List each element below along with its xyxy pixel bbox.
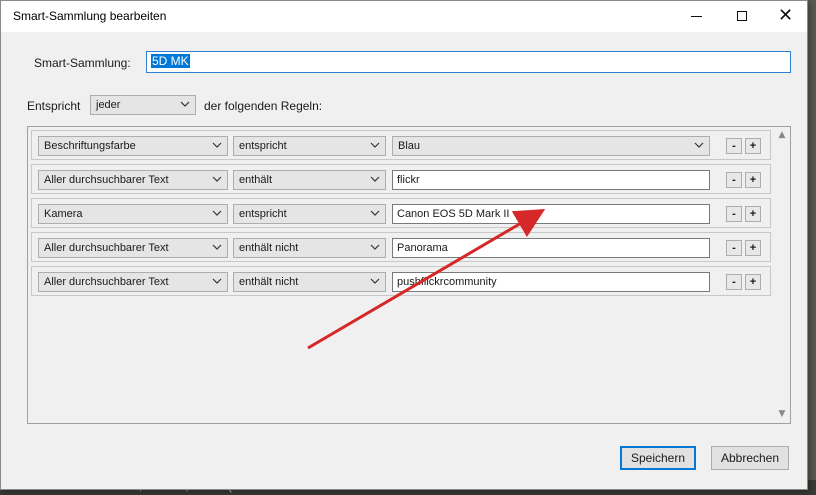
rule-row: Kamera entspricht Canon EOS 5D Mark II - + <box>31 198 771 228</box>
rule-row: Aller durchsuchbarer Text enthält flickr - + <box>31 164 771 194</box>
add-rule-button[interactable]: + <box>745 172 761 188</box>
save-button[interactable]: Speichern <box>620 446 696 470</box>
match-row: Entspricht jeder der folgenden Regeln: <box>9 95 799 117</box>
rule-operator-value: entspricht <box>239 140 287 152</box>
rule-operator-value: enthält <box>239 174 273 186</box>
rule-operator-select[interactable]: enthält nicht <box>233 238 386 258</box>
add-rule-button[interactable]: + <box>745 274 761 290</box>
rule-field-value: Aller durchsuchbarer Text <box>44 242 169 254</box>
rule-value-input[interactable]: flickr <box>392 170 710 190</box>
rule-operator-select[interactable]: enthält nicht <box>233 272 386 292</box>
window-title: Smart-Sammlung bearbeiten <box>13 9 167 23</box>
dialog-content: Smart-Sammlung: 5D MK Entspricht jeder d… <box>9 39 799 483</box>
chevron-down-icon <box>370 176 380 182</box>
collection-name-input[interactable]: 5D MK <box>146 51 791 73</box>
close-button[interactable]: ✕ <box>763 1 808 31</box>
rule-operator-select[interactable]: enthält <box>233 170 386 190</box>
rule-value-input[interactable]: Canon EOS 5D Mark II <box>392 204 710 224</box>
chevron-down-icon <box>212 210 222 216</box>
chevron-down-icon <box>180 101 190 107</box>
rule-field-select[interactable]: Aller durchsuchbarer Text <box>38 238 228 258</box>
match-mode-value: jeder <box>96 99 121 111</box>
minimize-button[interactable] <box>674 1 719 31</box>
rule-field-value: Kamera <box>44 208 83 220</box>
add-rule-button[interactable]: + <box>745 138 761 154</box>
remove-rule-button[interactable]: - <box>726 172 742 188</box>
remove-rule-button[interactable]: - <box>726 206 742 222</box>
rule-field-select[interactable]: Aller durchsuchbarer Text <box>38 170 228 190</box>
chevron-down-icon <box>370 244 380 250</box>
rules-panel: Beschriftungsfarbe entspricht Blau - + Aller … <box>27 126 791 424</box>
maximize-icon <box>736 11 747 21</box>
chevron-down-icon <box>694 142 704 148</box>
match-prefix-label: Entspricht <box>27 99 81 113</box>
rule-value: pushflickrcommunity <box>397 276 497 288</box>
rule-value: Panorama <box>397 242 448 254</box>
collection-name-value: 5D MK <box>151 54 190 68</box>
rule-operator-select[interactable]: entspricht <box>233 204 386 224</box>
chevron-down-icon <box>212 244 222 250</box>
chevron-down-icon <box>212 142 222 148</box>
remove-rule-button[interactable]: - <box>726 274 742 290</box>
match-suffix-label: der folgenden Regeln: <box>204 99 323 113</box>
chevron-down-icon <box>212 176 222 182</box>
rule-value-input[interactable]: Panorama <box>392 238 710 258</box>
rule-value-select[interactable]: Blau <box>392 136 710 156</box>
rule-field-select[interactable]: Kamera <box>38 204 228 224</box>
rule-row: Aller durchsuchbarer Text enthält nicht Pa… <box>31 232 771 262</box>
rule-operator-value: entspricht <box>239 208 287 220</box>
match-mode-select[interactable]: jeder <box>90 95 196 115</box>
dialog-window: Smart-Sammlung bearbeiten ✕ Smart-Sammlu… <box>0 0 808 490</box>
rule-field-value: Beschriftungsfarbe <box>44 140 136 152</box>
rule-operator-value: enthält nicht <box>239 242 299 254</box>
rule-value: Canon EOS 5D Mark II <box>397 208 510 220</box>
chevron-down-icon <box>212 278 222 284</box>
chevron-down-icon <box>370 210 380 216</box>
rules-scrollbar[interactable]: ▲ ▼ <box>774 127 790 423</box>
close-icon: ✕ <box>777 5 794 26</box>
rule-value: Blau <box>398 140 421 152</box>
chevron-down-icon <box>370 278 380 284</box>
add-rule-button[interactable]: + <box>745 206 761 222</box>
chevron-down-icon <box>370 142 380 148</box>
minimize-icon <box>691 15 702 17</box>
rule-value: flickr <box>397 174 420 186</box>
rule-row: Aller durchsuchbarer Text enthält nicht pu… <box>31 266 771 296</box>
remove-rule-button[interactable]: - <box>726 240 742 256</box>
rule-operator-value: enthält nicht <box>239 276 299 288</box>
collection-name-row: Smart-Sammlung: 5D MK <box>9 51 799 77</box>
scroll-down-icon[interactable]: ▼ <box>777 409 787 419</box>
rule-row: Beschriftungsfarbe entspricht Blau - + <box>31 130 771 160</box>
maximize-button[interactable] <box>719 1 764 31</box>
rule-field-select[interactable]: Aller durchsuchbarer Text <box>38 272 228 292</box>
cancel-button[interactable]: Abbrechen <box>711 446 789 470</box>
title-bar[interactable]: Smart-Sammlung bearbeiten ✕ <box>1 1 807 32</box>
remove-rule-button[interactable]: - <box>726 138 742 154</box>
rule-value-input[interactable]: pushflickrcommunity <box>392 272 710 292</box>
rule-field-value: Aller durchsuchbarer Text <box>44 174 169 186</box>
collection-name-label: Smart-Sammlung: <box>34 56 131 70</box>
rule-operator-select[interactable]: entspricht <box>233 136 386 156</box>
add-rule-button[interactable]: + <box>745 240 761 256</box>
rule-field-select[interactable]: Beschriftungsfarbe <box>38 136 228 156</box>
scroll-up-icon[interactable]: ▲ <box>777 130 787 140</box>
rule-field-value: Aller durchsuchbarer Text <box>44 276 169 288</box>
